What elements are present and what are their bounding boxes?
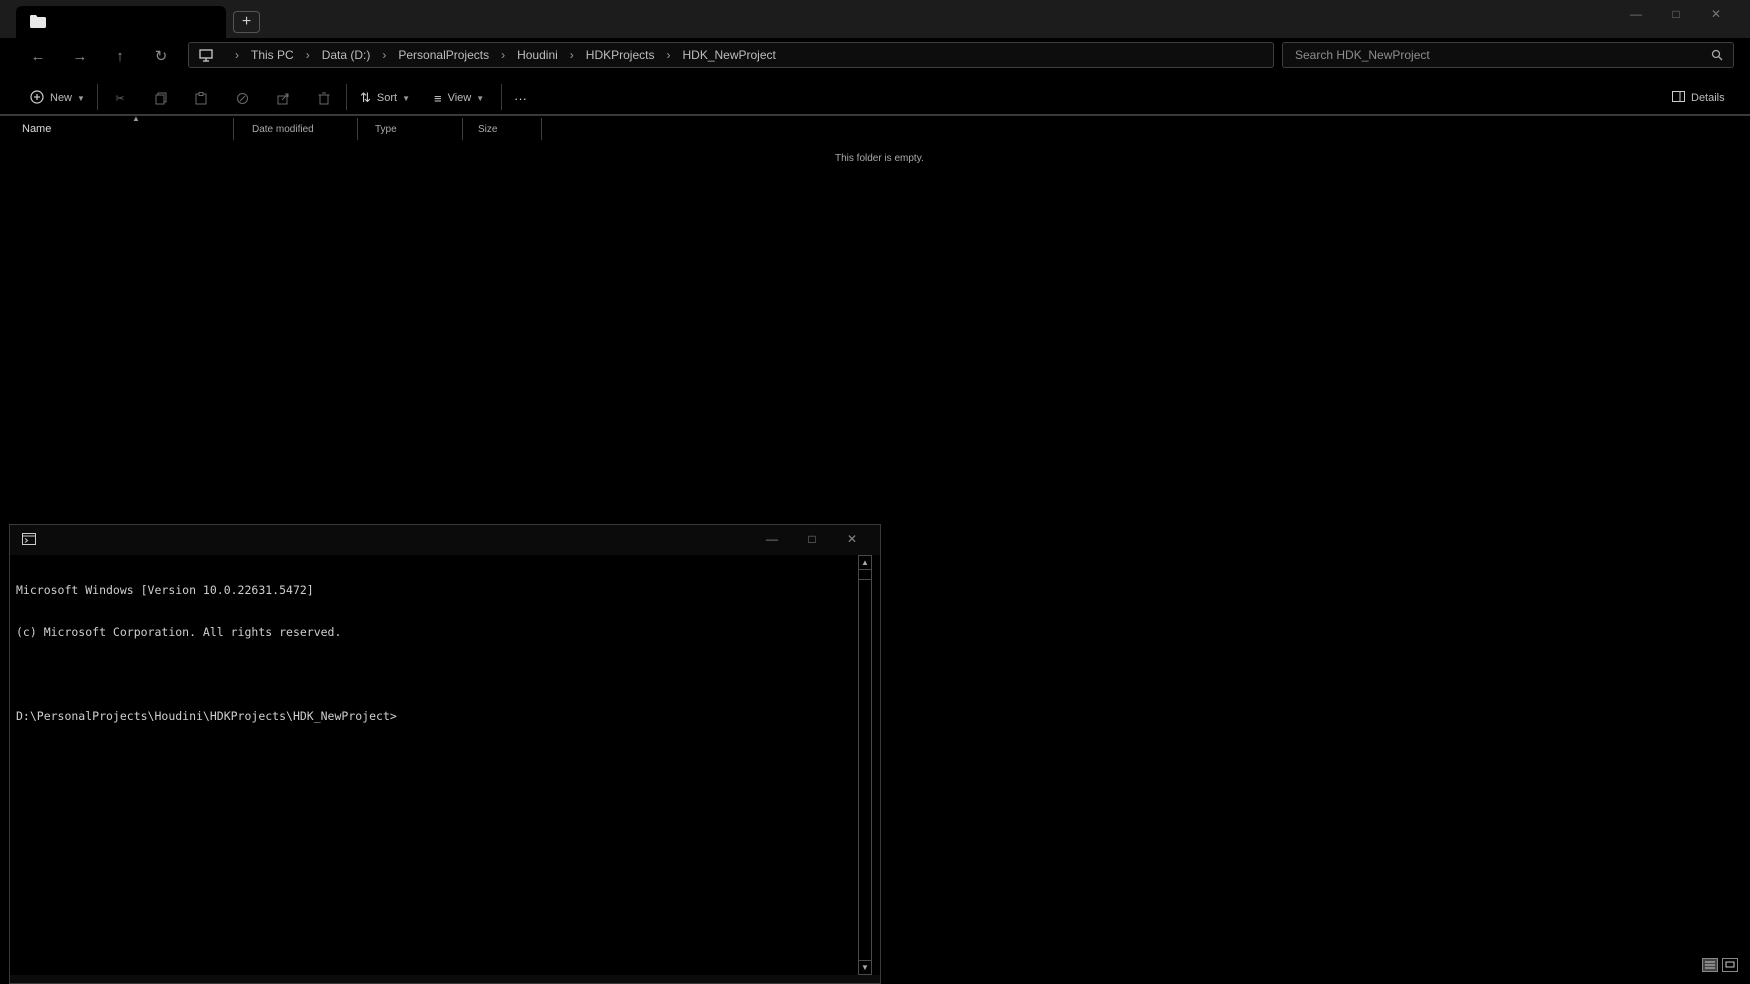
console-maximize-button[interactable]: □ xyxy=(792,529,832,549)
chevron-right-icon[interactable]: › xyxy=(501,48,505,62)
search-input[interactable] xyxy=(1295,48,1695,62)
breadcrumb-hdk-newproject[interactable]: HDK_NewProject xyxy=(682,48,775,62)
details-pane-button[interactable]: Details xyxy=(1672,87,1725,109)
this-pc-icon[interactable] xyxy=(199,48,213,62)
column-name[interactable]: Name xyxy=(16,118,234,140)
console-line: Microsoft Windows [Version 10.0.22631.54… xyxy=(16,583,314,597)
breadcrumb-personalprojects[interactable]: PersonalProjects xyxy=(398,48,489,62)
chevron-right-icon[interactable]: › xyxy=(235,48,239,62)
back-arrow-icon[interactable]: ← xyxy=(26,45,50,67)
console-window-controls: — □ ✕ xyxy=(752,529,872,549)
address-row: ← → ↑ ↻ › This PC › Data (D:) › Personal… xyxy=(0,38,1750,74)
chevron-right-icon[interactable]: › xyxy=(666,48,670,62)
minimize-button[interactable]: — xyxy=(1616,4,1656,24)
paste-button[interactable] xyxy=(191,87,211,109)
share-icon xyxy=(273,92,293,105)
close-button[interactable]: ✕ xyxy=(1696,4,1736,24)
console-bottom-edge xyxy=(10,975,880,983)
scissors-icon: ✂ xyxy=(115,92,125,105)
large-icons-view-icon[interactable] xyxy=(1722,958,1738,972)
console-scrollbar[interactable]: ▲ ▼ xyxy=(858,555,872,975)
chevron-down-icon: ▼ xyxy=(402,93,411,103)
view-toggles xyxy=(1702,958,1738,972)
console-output[interactable]: Microsoft Windows [Version 10.0.22631.54… xyxy=(16,555,856,975)
chevron-right-icon[interactable]: › xyxy=(382,48,386,62)
plus-circle-icon xyxy=(30,89,44,107)
new-tab-button[interactable]: + xyxy=(233,11,260,33)
breadcrumb-houdini[interactable]: Houdini xyxy=(517,48,558,62)
new-label: New xyxy=(50,92,73,104)
console-minimize-button[interactable]: — xyxy=(752,529,792,549)
more-icon: ··· xyxy=(514,90,527,106)
maximize-button[interactable]: □ xyxy=(1656,4,1696,24)
column-type[interactable]: Type xyxy=(369,118,463,140)
details-view-icon[interactable] xyxy=(1702,958,1718,972)
sort-button[interactable]: ⇅ Sort ▼ xyxy=(360,87,410,109)
chevron-right-icon[interactable]: › xyxy=(570,48,574,62)
console-line: (c) Microsoft Corporation. All rights re… xyxy=(16,625,342,639)
copy-icon xyxy=(151,92,171,105)
file-explorer-window: + — □ ✕ ← → ↑ ↻ › This PC › Data (D:) › … xyxy=(0,0,1750,984)
scroll-up-icon[interactable]: ▲ xyxy=(859,556,871,570)
title-bar: + — □ ✕ xyxy=(0,0,1750,38)
command-prompt-window[interactable]: — □ ✕ Microsoft Windows [Version 10.0.22… xyxy=(9,524,881,984)
clipboard-icon xyxy=(191,91,211,105)
cut-button[interactable]: ✂ xyxy=(110,87,130,109)
toolbar-divider xyxy=(97,84,98,110)
sort-label: Sort xyxy=(376,92,398,104)
console-prompt[interactable]: D:\PersonalProjects\Houdini\HDKProjects\… xyxy=(16,709,856,723)
delete-button[interactable] xyxy=(314,87,334,109)
view-button[interactable]: ≡ View ▼ xyxy=(434,87,484,109)
scroll-thumb[interactable] xyxy=(859,570,871,580)
rename-button[interactable] xyxy=(232,87,252,109)
column-date-modified[interactable]: Date modified xyxy=(246,118,358,140)
toolbar-divider xyxy=(346,84,347,110)
column-size[interactable]: Size xyxy=(472,118,542,140)
breadcrumb-data-drive[interactable]: Data (D:) xyxy=(322,48,371,62)
more-options-button[interactable]: ··· xyxy=(514,87,527,109)
rename-icon xyxy=(232,92,252,105)
chevron-down-icon: ▼ xyxy=(77,93,85,103)
tab-hdk-newproject[interactable] xyxy=(16,6,226,38)
copy-button[interactable] xyxy=(151,87,171,109)
console-title-bar[interactable]: — □ ✕ xyxy=(10,525,880,555)
search-box[interactable] xyxy=(1282,42,1734,68)
breadcrumb-this-pc[interactable]: This PC xyxy=(251,48,294,62)
view-label: View xyxy=(447,92,472,104)
command-bar: New ▼ ✂ ⇅ Sort ▼ ≡ View ▼ ··· Details xyxy=(0,78,1750,116)
console-app-icon xyxy=(22,533,36,548)
up-arrow-icon[interactable]: ↑ xyxy=(108,45,132,67)
details-pane-icon xyxy=(1672,91,1685,105)
view-lines-icon: ≡ xyxy=(434,90,442,106)
console-close-button[interactable]: ✕ xyxy=(832,529,872,549)
new-button[interactable]: New ▼ xyxy=(30,87,85,109)
toolbar-divider xyxy=(501,84,502,110)
trash-icon xyxy=(314,92,334,105)
folder-icon xyxy=(30,15,46,31)
forward-arrow-icon[interactable]: → xyxy=(68,45,92,67)
chevron-right-icon[interactable]: › xyxy=(306,48,310,62)
empty-folder-message: This folder is empty. xyxy=(835,153,924,164)
breadcrumb-hdkprojects[interactable]: HDKProjects xyxy=(586,48,655,62)
scroll-down-icon[interactable]: ▼ xyxy=(859,960,871,974)
chevron-down-icon: ▼ xyxy=(476,93,485,103)
details-label: Details xyxy=(1691,92,1725,104)
search-icon[interactable] xyxy=(1711,49,1723,64)
share-button[interactable] xyxy=(273,87,293,109)
refresh-icon[interactable]: ↻ xyxy=(149,45,173,67)
sort-arrows-icon: ⇅ xyxy=(360,90,371,105)
window-controls: — □ ✕ xyxy=(1616,4,1736,24)
address-bar[interactable]: › This PC › Data (D:) › PersonalProjects… xyxy=(188,42,1274,68)
